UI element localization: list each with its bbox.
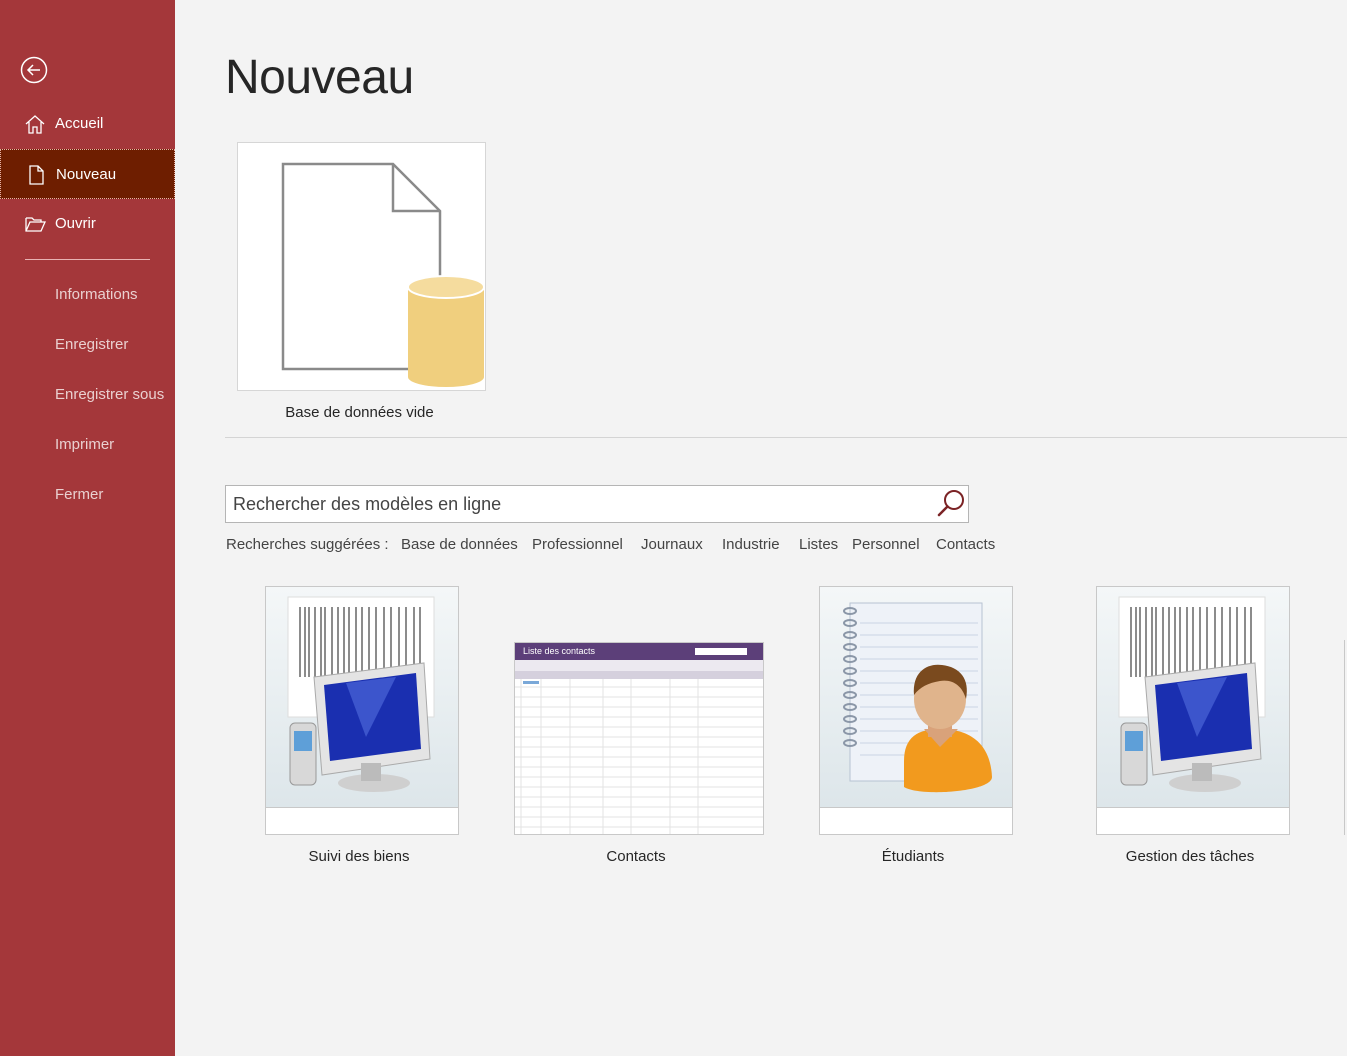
suggested-searches-label: Recherches suggérées : bbox=[226, 536, 389, 553]
nav-item-ouvrir[interactable]: Ouvrir bbox=[0, 199, 175, 249]
contacts-thumbnail-grid bbox=[515, 679, 763, 834]
blank-database-label[interactable]: Base de données vide bbox=[237, 404, 482, 421]
suggested-link-contacts[interactable]: Contacts bbox=[936, 536, 995, 553]
nav-item-imprimer[interactable]: Imprimer bbox=[55, 436, 114, 453]
template-search-input[interactable] bbox=[233, 486, 933, 522]
computer-barcode-icon bbox=[287, 596, 435, 792]
backstage-sidebar: Accueil Nouveau Ouvrir Informations Enre… bbox=[0, 0, 175, 1056]
nav-item-label: Nouveau bbox=[56, 166, 117, 183]
search-icon[interactable] bbox=[935, 488, 967, 520]
suggested-link-base-de-donnees[interactable]: Base de données bbox=[401, 536, 518, 553]
blank-database-card[interactable] bbox=[237, 142, 486, 391]
nav-item-label: Ouvrir bbox=[55, 215, 96, 232]
back-arrow-icon bbox=[20, 56, 48, 84]
suggested-link-professionnel[interactable]: Professionnel bbox=[532, 536, 623, 553]
template-label[interactable]: Suivi des biens bbox=[262, 848, 456, 865]
nav-item-label: Accueil bbox=[55, 115, 104, 132]
nav-item-nouveau[interactable]: Nouveau bbox=[0, 149, 175, 199]
new-document-icon bbox=[29, 165, 44, 185]
template-label[interactable]: Gestion des tâches bbox=[1093, 848, 1287, 865]
template-card-etudiants[interactable] bbox=[819, 586, 1013, 835]
nav-item-enregistrer[interactable]: Enregistrer bbox=[55, 336, 128, 353]
back-button[interactable] bbox=[20, 56, 48, 84]
nav-item-informations[interactable]: Informations bbox=[55, 286, 138, 303]
suggested-link-journaux[interactable]: Journaux bbox=[641, 536, 703, 553]
section-divider bbox=[225, 437, 1347, 438]
computer-barcode-icon bbox=[1118, 596, 1266, 792]
nav-item-enregistrer-sous[interactable]: Enregistrer sous bbox=[55, 386, 164, 403]
template-thumbnail bbox=[1097, 587, 1289, 808]
contacts-thumbnail-header: Liste des contacts bbox=[515, 643, 763, 660]
page-title: Nouveau bbox=[225, 51, 414, 104]
nav-item-accueil[interactable]: Accueil bbox=[0, 99, 175, 149]
contacts-thumbnail-toolbar bbox=[515, 660, 763, 671]
blank-database-icon bbox=[281, 162, 485, 387]
nav-item-fermer[interactable]: Fermer bbox=[55, 486, 103, 503]
suggested-link-industrie[interactable]: Industrie bbox=[722, 536, 780, 553]
suggested-link-listes[interactable]: Listes bbox=[799, 536, 838, 553]
student-notebook-icon bbox=[843, 602, 992, 793]
open-folder-icon bbox=[25, 217, 46, 232]
contacts-thumbnail-columns bbox=[515, 671, 763, 679]
template-card-suivi-des-biens[interactable] bbox=[265, 586, 459, 835]
template-thumbnail bbox=[266, 587, 458, 808]
sidebar-divider bbox=[25, 259, 150, 260]
template-card-contacts[interactable]: Liste des contacts bbox=[514, 642, 764, 835]
template-search-box[interactable] bbox=[225, 485, 969, 523]
template-card-gestion-des-taches[interactable] bbox=[1096, 586, 1290, 835]
contacts-thumbnail-search bbox=[695, 648, 747, 655]
suggested-link-personnel[interactable]: Personnel bbox=[852, 536, 920, 553]
template-label[interactable]: Étudiants bbox=[816, 848, 1010, 865]
contacts-thumbnail-title: Liste des contacts bbox=[523, 646, 596, 656]
template-label[interactable]: Contacts bbox=[539, 848, 733, 865]
template-thumbnail bbox=[820, 587, 1012, 808]
home-icon bbox=[25, 115, 45, 134]
